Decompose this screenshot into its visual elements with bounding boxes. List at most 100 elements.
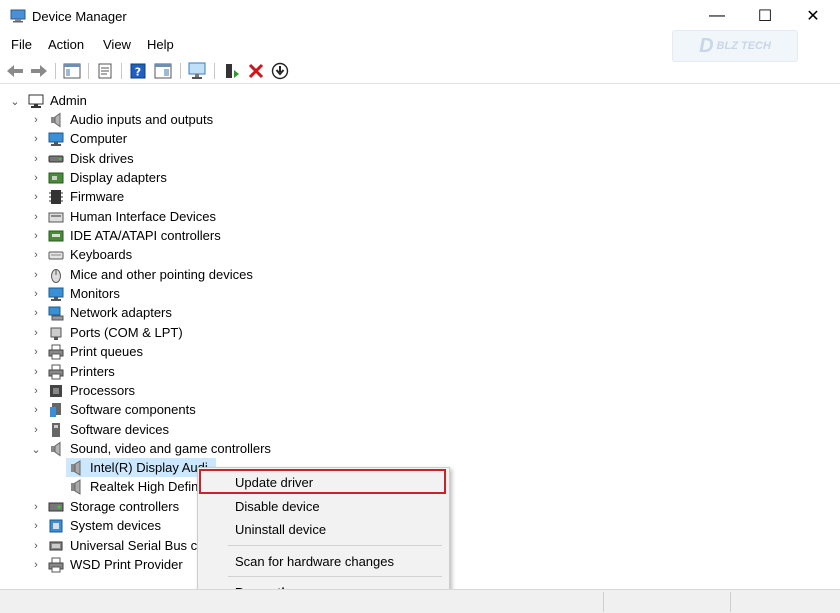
chevron-down-icon[interactable]: ⌄ [9, 95, 21, 108]
scan-monitor-icon[interactable] [187, 61, 207, 81]
chevron-right-icon[interactable]: › [30, 540, 42, 552]
speaker-icon [71, 460, 81, 476]
menu-help[interactable]: Help [147, 37, 174, 52]
add-driver-icon[interactable] [221, 61, 241, 81]
tree-category-15[interactable]: › Software components [0, 400, 840, 419]
tree-category-label: Software devices [70, 422, 169, 437]
chevron-right-icon[interactable]: › [30, 249, 42, 261]
menu-view[interactable]: View [103, 37, 131, 52]
close-button[interactable]: ✕ [790, 0, 836, 32]
view-icon[interactable] [153, 61, 173, 81]
system-icon [49, 519, 63, 533]
tree-category-label: Printers [70, 364, 115, 379]
tree-category-16[interactable]: › Software devices [0, 420, 840, 439]
tree-category-3[interactable]: › Display adapters [0, 168, 840, 187]
menu-separator [228, 576, 442, 577]
tree-root[interactable]: ⌄ Admin [0, 91, 840, 110]
tree-category-13[interactable]: › Printers [0, 362, 840, 381]
chevron-right-icon[interactable]: › [30, 172, 42, 184]
tree-category-label: Mice and other pointing devices [70, 267, 253, 282]
speaker-icon [51, 112, 61, 128]
chevron-right-icon[interactable]: › [30, 404, 42, 416]
mouse-icon [51, 269, 61, 283]
window-title: Device Manager [32, 9, 127, 24]
menu-scan-hardware[interactable]: Scan for hardware changes [198, 549, 449, 573]
disk-icon [48, 155, 64, 163]
properties-icon[interactable] [95, 61, 115, 81]
software-device-icon [52, 423, 60, 437]
tree-category-label: Storage controllers [70, 499, 180, 514]
menu-uninstall-device[interactable]: Uninstall device [198, 517, 449, 541]
tree-category-label: Universal Serial Bus co [70, 538, 205, 553]
tree-category-label: Ports (COM & LPT) [70, 325, 183, 340]
tree-category-label: Keyboards [70, 247, 133, 262]
chevron-right-icon[interactable]: › [30, 288, 42, 300]
tree-category-2[interactable]: › Disk drives [0, 149, 840, 168]
tree-category-6[interactable]: › IDE ATA/ATAPI controllers [0, 226, 840, 245]
tree-category-label: WSD Print Provider [70, 557, 183, 572]
menu-disable-device[interactable]: Disable device [198, 494, 449, 518]
chip-icon [49, 190, 63, 204]
toolbar-separator [214, 63, 215, 79]
chevron-right-icon[interactable]: › [30, 327, 42, 339]
toolbar-separator [121, 63, 122, 79]
menu-item-label: Update driver [235, 475, 314, 490]
chevron-right-icon[interactable]: › [30, 230, 42, 242]
tree-category-label: System devices [70, 518, 162, 533]
forward-icon[interactable] [29, 61, 49, 81]
chevron-right-icon[interactable]: › [30, 133, 42, 145]
chevron-right-icon[interactable]: › [30, 307, 42, 319]
chevron-right-icon[interactable]: › [30, 153, 42, 165]
tree-category-10[interactable]: › Network adapters [0, 303, 840, 322]
chevron-right-icon[interactable]: › [30, 346, 42, 358]
show-hide-tree-icon[interactable] [62, 61, 82, 81]
menu-bar: File Action View Help [0, 34, 840, 56]
help-icon[interactable]: ? [128, 61, 148, 81]
tree-category-7[interactable]: › Keyboards [0, 245, 840, 264]
tree-category-0[interactable]: › Audio inputs and outputs [0, 110, 840, 129]
chevron-right-icon[interactable]: › [30, 424, 42, 436]
chevron-right-icon[interactable]: › [30, 559, 42, 571]
tree-category-12[interactable]: › Print queues [0, 342, 840, 361]
menu-file[interactable]: File [11, 37, 32, 52]
tree-category-8[interactable]: › Mice and other pointing devices [0, 265, 840, 284]
tree-category-17[interactable]: ⌄ Sound, video and game controllers [0, 439, 840, 458]
tree-root-label: Admin [50, 93, 87, 108]
tree-category-9[interactable]: › Monitors [0, 284, 840, 303]
chevron-right-icon[interactable]: › [30, 191, 42, 203]
back-icon[interactable] [5, 61, 25, 81]
storage-icon [48, 502, 64, 512]
uninstall-x-icon[interactable] [246, 61, 266, 81]
menu-action[interactable]: Action [48, 37, 84, 52]
chevron-right-icon[interactable]: › [30, 366, 42, 378]
chevron-right-icon[interactable]: › [30, 385, 42, 397]
tree-category-4[interactable]: › Firmware [0, 187, 840, 206]
tree-category-5[interactable]: › Human Interface Devices [0, 207, 840, 226]
minimize-button[interactable]: — [694, 0, 740, 32]
maximize-button[interactable]: ☐ [742, 0, 788, 32]
chevron-right-icon[interactable]: › [30, 501, 42, 513]
chevron-down-icon[interactable]: ⌄ [30, 443, 42, 456]
tree-category-14[interactable]: › Processors [0, 381, 840, 400]
maximize-icon: ☐ [757, 8, 773, 25]
network-icon [48, 306, 64, 321]
tree-category-1[interactable]: › Computer [0, 129, 840, 148]
tree-category-11[interactable]: › Ports (COM & LPT) [0, 323, 840, 342]
chevron-right-icon[interactable]: › [30, 211, 42, 223]
minimize-icon: — [709, 7, 725, 24]
tree-category-label: Computer [70, 131, 128, 146]
keyboard-icon [48, 251, 64, 260]
chevron-right-icon[interactable]: › [30, 520, 42, 532]
close-icon: ✕ [806, 8, 820, 25]
update-down-icon[interactable] [270, 61, 290, 81]
monitor-icon [48, 287, 64, 301]
menu-update-driver[interactable]: Update driver [198, 470, 449, 494]
chevron-right-icon[interactable]: › [30, 114, 42, 126]
chevron-right-icon[interactable]: › [30, 269, 42, 281]
svg-text:?: ? [135, 66, 141, 79]
context-menu: Update driver Disable device Uninstall d… [197, 467, 450, 606]
tree-category-label: Display adapters [70, 170, 167, 185]
toolbar: ? [0, 58, 840, 84]
tree-category-label: Human Interface Devices [70, 209, 216, 224]
display-adapter-icon [48, 172, 64, 184]
